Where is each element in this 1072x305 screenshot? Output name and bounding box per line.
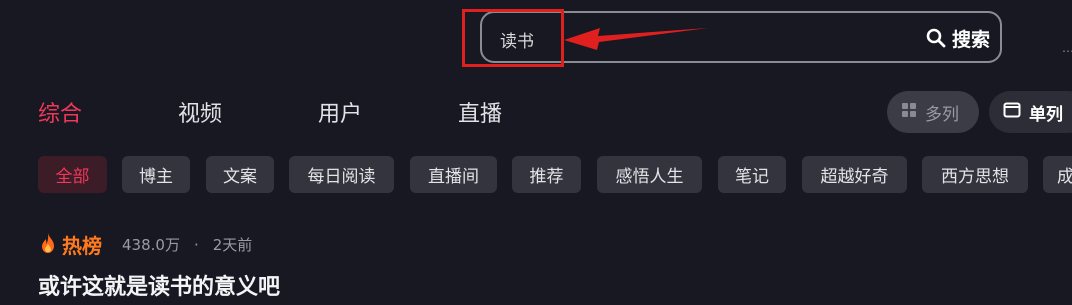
filter-chip[interactable]: 感悟人生 xyxy=(597,156,702,193)
result-title[interactable]: 或许这就是读书的意义吧 xyxy=(38,269,280,301)
filter-chip[interactable]: 西方思想 xyxy=(922,156,1028,193)
hot-badge: 热榜 xyxy=(62,234,102,258)
filter-chip[interactable]: 每日阅读 xyxy=(289,156,394,193)
tab-video[interactable]: 视频 xyxy=(178,96,222,128)
flame-icon xyxy=(38,232,58,258)
filter-chip[interactable]: 笔记 xyxy=(718,156,786,193)
grid-icon xyxy=(901,102,917,123)
annotation-arrow xyxy=(564,28,708,50)
search-button[interactable]: 搜索 xyxy=(926,23,990,53)
filter-chip[interactable]: 文案 xyxy=(206,156,274,193)
multi-column-label: 多列 xyxy=(925,104,959,125)
filter-chip[interactable]: 博主 xyxy=(122,156,190,193)
view-count: 438.0万 xyxy=(122,236,180,254)
meta-separator: · xyxy=(193,235,199,254)
tab-live[interactable]: 直播 xyxy=(458,96,502,128)
tab-users[interactable]: 用户 xyxy=(318,96,362,128)
single-column-icon xyxy=(1003,102,1021,123)
filter-chip[interactable]: 直播间 xyxy=(410,156,497,193)
post-time: 2天前 xyxy=(212,236,253,254)
annotation-highlight-box xyxy=(462,9,564,67)
edge-glyph: ⋯ xyxy=(1062,44,1072,58)
single-column-label: 单列 xyxy=(1029,104,1063,125)
filter-chip-all[interactable]: 全部 xyxy=(38,156,107,193)
filter-chip[interactable]: 超越好奇 xyxy=(802,156,907,193)
filter-chip[interactable]: 成 xyxy=(1043,156,1072,193)
search-icon xyxy=(926,28,946,48)
search-button-label: 搜索 xyxy=(951,28,990,51)
filter-chip[interactable]: 推荐 xyxy=(512,156,581,193)
tab-comprehensive[interactable]: 综合 xyxy=(38,96,82,128)
single-column-button[interactable]: 单列 xyxy=(989,91,1072,133)
result-meta: 热榜 438.0万 · 2天前 xyxy=(38,230,252,259)
multi-column-button[interactable]: 多列 xyxy=(887,91,979,133)
